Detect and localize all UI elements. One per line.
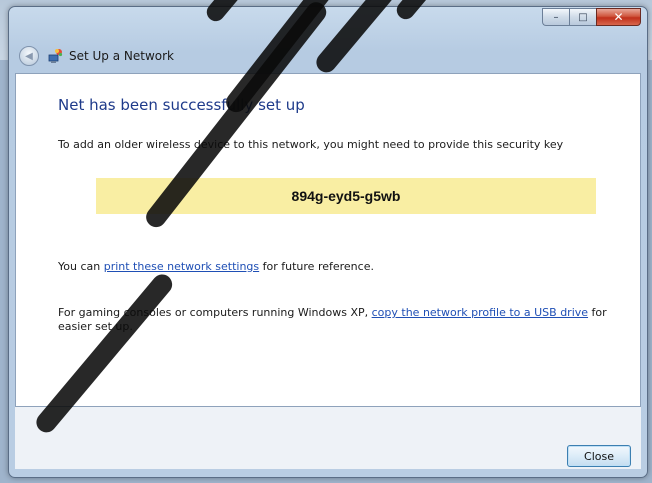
maximize-icon: □ bbox=[578, 11, 588, 23]
back-arrow-icon: ◀ bbox=[25, 50, 33, 62]
usb-prefix: For gaming consoles or computers running… bbox=[58, 306, 372, 319]
maximize-button[interactable]: □ bbox=[569, 8, 596, 26]
back-button[interactable]: ◀ bbox=[19, 46, 39, 66]
print-settings-line: You can print these network settings for… bbox=[58, 260, 374, 273]
close-icon: ✕ bbox=[613, 10, 624, 24]
security-key: 894g-eyd5-g5wb bbox=[291, 188, 401, 204]
title-row: ◀ Set Up a Network bbox=[19, 45, 174, 67]
print-settings-link[interactable]: print these network settings bbox=[104, 260, 259, 273]
page-heading: Net has been successfully set up bbox=[58, 96, 305, 114]
caption-buttons: – □ ✕ bbox=[542, 8, 641, 26]
content-pane: Net has been successfully set up To add … bbox=[15, 73, 641, 407]
security-key-box: 894g-eyd5-g5wb bbox=[96, 178, 596, 214]
set-up-network-window: – □ ✕ ◀ Set Up a Network Net has been su… bbox=[8, 6, 648, 478]
instruction-text: To add an older wireless device to this … bbox=[58, 138, 564, 151]
dialog-footer: Close bbox=[15, 407, 641, 469]
copy-to-usb-link[interactable]: copy the network profile to a USB drive bbox=[372, 306, 588, 319]
print-prefix: You can bbox=[58, 260, 104, 273]
minimize-icon: – bbox=[553, 11, 559, 23]
network-setup-icon bbox=[47, 48, 63, 64]
close-button[interactable]: Close bbox=[567, 445, 631, 467]
print-suffix: for future reference. bbox=[259, 260, 374, 273]
window-close-button[interactable]: ✕ bbox=[596, 8, 641, 26]
window-title: Set Up a Network bbox=[69, 49, 175, 63]
minimize-button[interactable]: – bbox=[542, 8, 569, 26]
usb-profile-line: For gaming consoles or computers running… bbox=[58, 306, 618, 334]
